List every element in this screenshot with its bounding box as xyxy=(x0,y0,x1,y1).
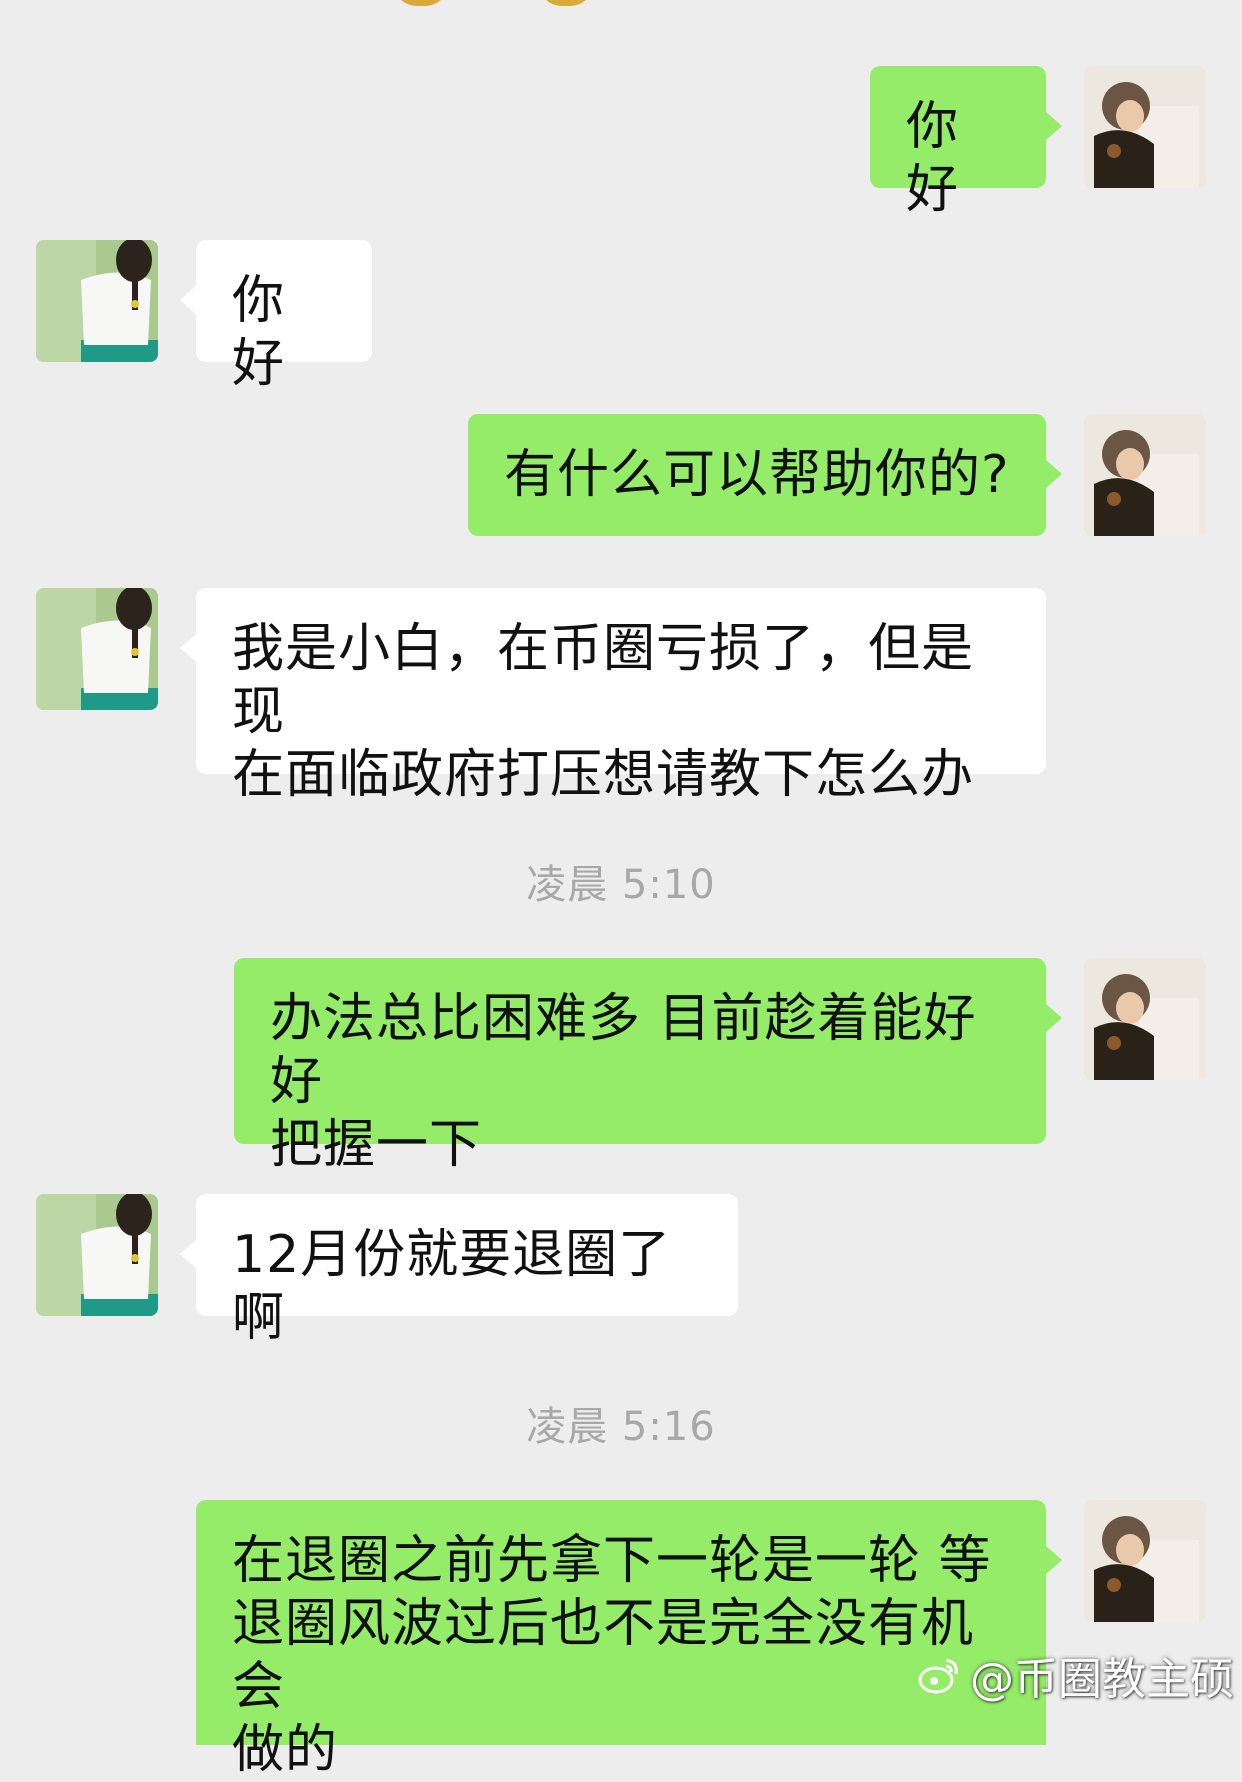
timestamp-divider: 凌晨 5:10 xyxy=(526,862,716,908)
self-avatar[interactable] xyxy=(1084,414,1206,536)
contact-avatar[interactable] xyxy=(36,240,158,362)
contact-avatar[interactable] xyxy=(36,588,158,710)
message-bubble[interactable]: 你好 xyxy=(196,240,372,394)
message-bubble[interactable]: 有什么可以帮助你的? xyxy=(468,414,1046,536)
contact-avatar[interactable] xyxy=(36,1194,158,1316)
bubble-tail xyxy=(180,634,196,662)
message-bubble[interactable]: 在退圈之前先拿下一轮是一轮 等 退圈风波过后也不是完全没有机会 做的 xyxy=(196,1500,1046,1780)
bubble-tail xyxy=(180,286,196,314)
message-bubble[interactable]: 你好 xyxy=(870,66,1046,220)
bubble-tail xyxy=(1046,112,1062,140)
sina-weibo-logo-icon xyxy=(918,1658,958,1694)
bubble-tail xyxy=(1046,460,1062,488)
bubble-tail xyxy=(1046,1004,1062,1032)
watermark: @币圈教主硕 xyxy=(916,1645,1234,1705)
bubble-tail xyxy=(1046,1546,1062,1574)
sticker-emoji-partial xyxy=(393,0,449,6)
timestamp-divider: 凌晨 5:16 xyxy=(526,1404,716,1450)
chat-thread[interactable]: 你好 你好 有什么可以帮助你的? 我是小白，在币圈亏损了，但是现 在面临政府打压… xyxy=(0,0,1242,1780)
self-avatar[interactable] xyxy=(1084,1500,1206,1622)
self-avatar[interactable] xyxy=(1084,66,1206,188)
message-bubble[interactable]: 办法总比困难多 目前趁着能好好 把握一下 xyxy=(234,958,1046,1175)
self-avatar[interactable] xyxy=(1084,958,1206,1080)
message-bubble[interactable]: 我是小白，在币圈亏损了，但是现 在面临政府打压想请教下怎么办 xyxy=(196,588,1046,805)
watermark-text: @币圈教主硕 xyxy=(970,1654,1234,1705)
message-bubble[interactable]: 12月份就要退圈了啊 xyxy=(196,1194,738,1348)
bubble-tail xyxy=(180,1240,196,1268)
sticker-emoji-partial xyxy=(538,0,594,6)
